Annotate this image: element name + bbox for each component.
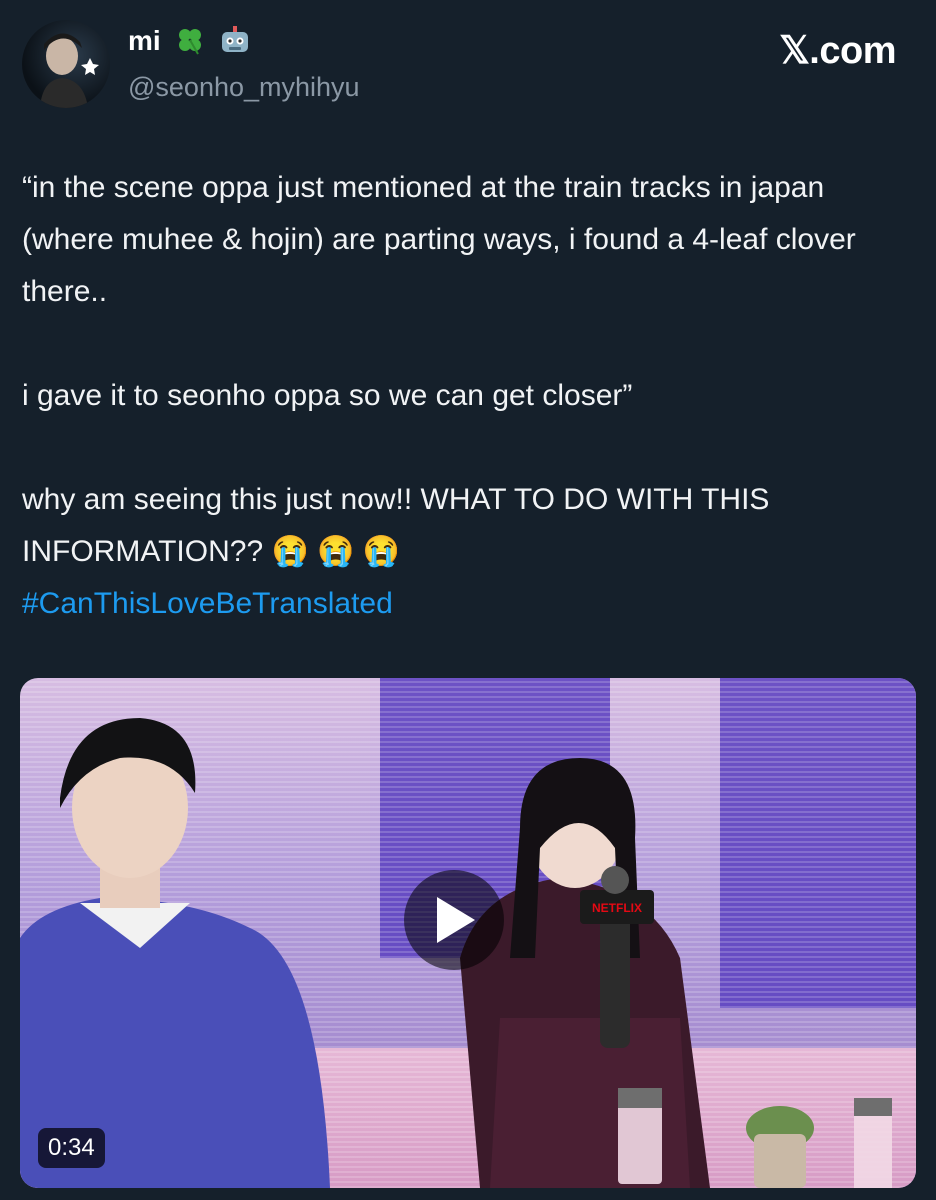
tweet-paragraph-2: i gave it to seonho oppa so we can get c… bbox=[22, 379, 633, 412]
person-right: NETFLIX bbox=[460, 758, 710, 1188]
handle[interactable]: @seonho_myhihyu bbox=[128, 72, 360, 103]
display-name[interactable]: mi bbox=[128, 24, 252, 57]
tweet-paragraph-1: “in the scene oppa just mentioned at the… bbox=[22, 171, 856, 308]
robot-icon bbox=[222, 26, 249, 52]
play-button[interactable] bbox=[404, 870, 504, 970]
hashtag-link[interactable]: #CanThisLoveBeTranslated bbox=[22, 578, 922, 630]
video-duration-badge: 0:34 bbox=[38, 1128, 105, 1168]
netflix-mic-label: NETFLIX bbox=[592, 901, 642, 915]
clover-icon bbox=[179, 29, 202, 55]
cup-icon-right bbox=[854, 1098, 892, 1188]
display-name-text: mi bbox=[128, 25, 161, 56]
x-logo: 𝕏.com bbox=[779, 30, 896, 72]
cup-icon bbox=[618, 1088, 662, 1184]
person-left bbox=[20, 718, 330, 1188]
play-icon bbox=[437, 897, 475, 943]
crying-emoji-icon: 😭 bbox=[362, 535, 401, 568]
crying-emoji-icon: 😭 bbox=[271, 535, 309, 568]
tweet-text: “in the scene oppa just mentioned at the… bbox=[22, 162, 922, 630]
plant-icon bbox=[746, 1106, 814, 1188]
crying-emoji-icon: 😭 bbox=[317, 535, 355, 568]
tweet-paragraph-3: why am seeing this just now!! WHAT TO DO… bbox=[22, 474, 922, 578]
avatar[interactable] bbox=[22, 20, 110, 108]
